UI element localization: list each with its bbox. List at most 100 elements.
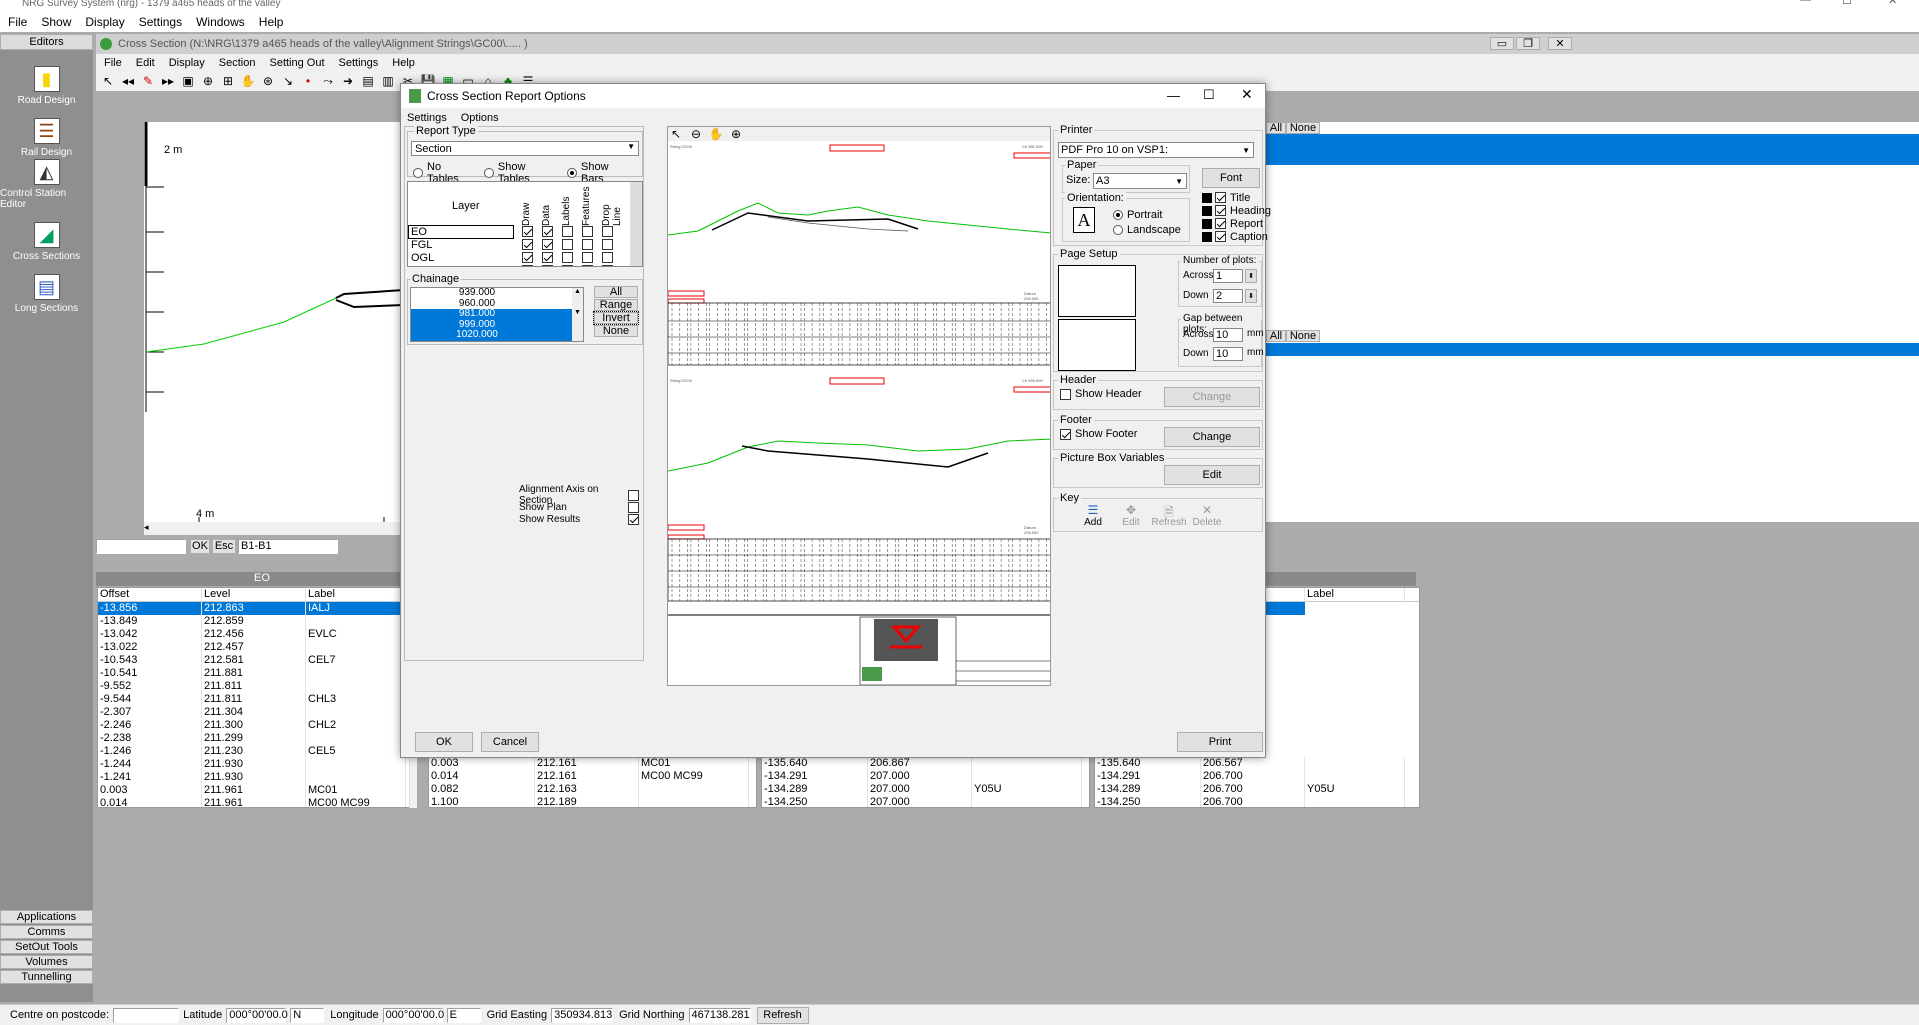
table-row[interactable]: -13.022 212.457 bbox=[98, 641, 415, 654]
editor-rail-design[interactable]: ☰ Rail Design bbox=[0, 106, 93, 158]
option-show-results[interactable]: Show Results bbox=[519, 513, 639, 525]
cs-menu-file[interactable]: File bbox=[104, 57, 122, 69]
nav-setout-tools[interactable]: SetOut Tools bbox=[0, 940, 93, 954]
layer-checkbox[interactable] bbox=[542, 239, 553, 250]
table-row[interactable]: -10.543 212.581 CEL7 bbox=[98, 654, 415, 667]
command-input[interactable] bbox=[96, 538, 186, 554]
cs-esc-button[interactable]: Esc bbox=[212, 538, 236, 554]
nav-tunnelling[interactable]: Tunnelling bbox=[0, 970, 93, 984]
editors-header[interactable]: Editors bbox=[0, 34, 93, 50]
font-button[interactable]: Font bbox=[1202, 168, 1260, 188]
cs-menu-section[interactable]: Section bbox=[219, 57, 256, 69]
table-row[interactable]: -134.250 207.000 bbox=[762, 796, 1089, 807]
chainage-item[interactable]: 960.000 bbox=[411, 298, 583, 310]
prev-icon[interactable]: ◂◂ bbox=[120, 73, 136, 89]
maximize-icon[interactable]: ☐ bbox=[1842, 0, 1852, 7]
dialog-menu-options[interactable]: Options bbox=[461, 112, 499, 124]
layer-checkbox[interactable] bbox=[542, 252, 553, 263]
pbv-edit-button[interactable]: Edit bbox=[1164, 465, 1260, 485]
chainage-none-button[interactable]: None bbox=[594, 325, 638, 337]
preview-pan-icon[interactable]: ✋ bbox=[708, 127, 724, 142]
chainage-all-button[interactable]: All bbox=[594, 286, 638, 298]
font-color-swatch[interactable] bbox=[1202, 192, 1212, 203]
table-row[interactable]: -135.640 206.567 bbox=[1095, 757, 1419, 770]
font-checkbox[interactable] bbox=[1215, 218, 1226, 229]
down-spinner[interactable]: ⬍ bbox=[1245, 289, 1257, 303]
pen-icon[interactable]: ✎ bbox=[140, 73, 156, 89]
cs-menu-help[interactable]: Help bbox=[392, 57, 415, 69]
orientation-portrait[interactable]: Portrait bbox=[1113, 207, 1181, 222]
show-header-checkbox[interactable] bbox=[1060, 388, 1071, 400]
table-row[interactable]: 0.014 211.961 MC00 MC99 bbox=[98, 797, 415, 807]
next-icon[interactable]: ▸▸ bbox=[160, 73, 176, 89]
pan-icon[interactable]: ✋ bbox=[240, 73, 256, 89]
menu-settings[interactable]: Settings bbox=[139, 15, 182, 29]
table-row[interactable]: 0.003 211.961 MC01 bbox=[98, 784, 415, 797]
dialog-ok-button[interactable]: OK bbox=[415, 732, 473, 752]
key-delete-button[interactable]: ✕ Delete bbox=[1188, 503, 1226, 528]
table-row[interactable]: -9.544 211.811 CHL3 bbox=[98, 693, 415, 706]
dialog-cancel-button[interactable]: Cancel bbox=[481, 732, 539, 752]
cs-restore-button[interactable]: ❐ bbox=[1516, 37, 1540, 50]
font-color-swatch[interactable] bbox=[1202, 231, 1212, 242]
layer-checkbox[interactable] bbox=[562, 252, 573, 263]
cs-menu-display[interactable]: Display bbox=[169, 57, 205, 69]
cs-menu-setting-out[interactable]: Setting Out bbox=[269, 57, 324, 69]
chainage-invert-button[interactable]: Invert bbox=[593, 311, 639, 325]
nav-applications[interactable]: Applications bbox=[0, 910, 93, 924]
layer-checkbox[interactable] bbox=[582, 226, 593, 237]
dialog-close-icon[interactable]: ✕ bbox=[1241, 86, 1253, 103]
option-checkbox[interactable] bbox=[628, 489, 639, 501]
gap-down-input[interactable]: 10 bbox=[1213, 347, 1243, 361]
postcode-input[interactable] bbox=[113, 1007, 180, 1023]
option-checkbox[interactable] bbox=[628, 501, 639, 513]
report-type-select[interactable]: Section ▼ bbox=[411, 141, 639, 156]
longitude-input[interactable]: 000°00'00.0 bbox=[382, 1007, 444, 1023]
font-caption[interactable]: Caption bbox=[1202, 230, 1271, 243]
editor-road-design[interactable]: ▮ Road Design bbox=[0, 54, 93, 106]
table-row[interactable]: 0.003 212.161 MC01 bbox=[429, 757, 756, 770]
zoom-extents-icon[interactable]: ⊛ bbox=[260, 73, 276, 89]
layers-scrollbar[interactable] bbox=[630, 182, 642, 266]
layer-checkbox[interactable] bbox=[602, 226, 613, 237]
all-button-top[interactable]: All bbox=[1266, 122, 1286, 134]
table-row[interactable]: -1.246 211.230 CEL5 bbox=[98, 745, 415, 758]
font-color-swatch[interactable] bbox=[1202, 218, 1212, 229]
printer-select[interactable]: PDF Pro 10 on VSP1: ▼ bbox=[1058, 142, 1254, 158]
layer-checkbox[interactable] bbox=[602, 265, 613, 266]
table-row[interactable]: -10.541 211.881 bbox=[98, 667, 415, 680]
arrow-right-icon[interactable]: ➜ bbox=[340, 73, 356, 89]
layer-row[interactable]: FGL bbox=[409, 238, 629, 251]
dialog-minimize-icon[interactable]: — bbox=[1167, 88, 1180, 103]
key-edit-button[interactable]: ✥ Edit bbox=[1112, 503, 1150, 528]
paper-size-select[interactable]: A3 ▼ bbox=[1093, 173, 1187, 189]
layer-checkbox[interactable] bbox=[602, 252, 613, 263]
editor-control-station-editor[interactable]: ◭ Control Station Editor bbox=[0, 158, 93, 210]
editor-long-sections[interactable]: ▤ Long Sections bbox=[0, 262, 93, 314]
font-checkbox[interactable] bbox=[1215, 231, 1226, 242]
menu-help[interactable]: Help bbox=[259, 15, 284, 29]
layer-checkbox[interactable] bbox=[562, 226, 573, 237]
latitude-input[interactable]: 000°00'00.0 bbox=[226, 1007, 288, 1023]
dialog-menu-settings[interactable]: Settings bbox=[407, 112, 447, 124]
layer-checkbox[interactable] bbox=[522, 239, 533, 250]
menu-file[interactable]: File bbox=[8, 15, 27, 29]
pointer-icon[interactable]: ↖ bbox=[100, 73, 116, 89]
chainage-item[interactable]: 1020.000 bbox=[411, 329, 583, 341]
table-row[interactable]: -134.250 206.700 bbox=[1095, 796, 1419, 807]
table-row[interactable]: -13.849 212.859 bbox=[98, 615, 415, 628]
table-row[interactable]: -2.238 211.299 bbox=[98, 732, 415, 745]
cs-menu-edit[interactable]: Edit bbox=[136, 57, 155, 69]
table-row[interactable]: -134.289 206.700 Y05U bbox=[1095, 783, 1419, 796]
chainage-item[interactable]: 939.000 bbox=[411, 287, 583, 299]
none-button-top[interactable]: None bbox=[1286, 122, 1320, 134]
table-row[interactable]: -2.246 211.300 CHL2 bbox=[98, 719, 415, 732]
footer-change-button[interactable]: Change bbox=[1164, 427, 1260, 447]
all-button-bottom[interactable]: All bbox=[1266, 330, 1286, 342]
chainage-item[interactable]: 981.000 bbox=[411, 308, 583, 320]
header-change-button[interactable]: Change bbox=[1164, 387, 1260, 407]
layer-checkbox[interactable] bbox=[582, 265, 593, 266]
table-row[interactable]: -2.307 211.304 bbox=[98, 706, 415, 719]
eo-header-level[interactable]: Level bbox=[202, 588, 306, 601]
across-input[interactable]: 1 bbox=[1213, 269, 1243, 283]
